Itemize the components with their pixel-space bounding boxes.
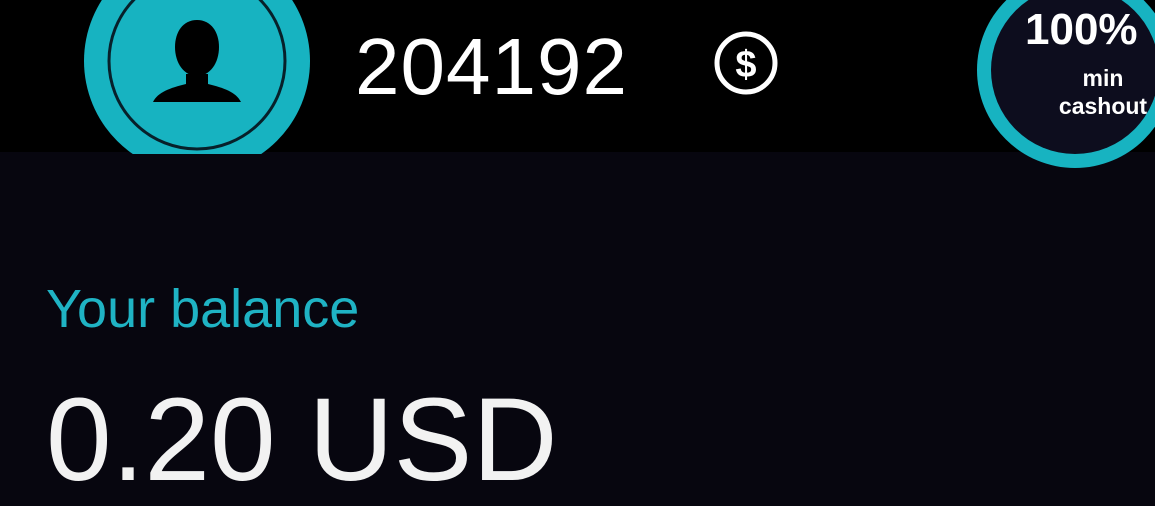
balance-value: 0.20 USD <box>46 374 558 506</box>
user-silhouette-icon <box>84 0 310 154</box>
min-cashout-badge[interactable]: 100% min cashout <box>975 0 1155 170</box>
user-id: 204192 <box>355 22 628 111</box>
cashout-percent: 100% <box>1025 5 1138 54</box>
svg-text:$: $ <box>735 44 756 86</box>
profile-header: 204192 $ 100% min cashout <box>0 0 1155 168</box>
avatar[interactable] <box>84 0 310 154</box>
balance-label: Your balance <box>46 279 360 339</box>
wallet-screen: 204192 $ 100% min cashout Your balance 0… <box>0 0 1155 506</box>
dollar-circle-icon: $ <box>707 31 785 95</box>
cashout-label: min cashout <box>1058 65 1148 119</box>
